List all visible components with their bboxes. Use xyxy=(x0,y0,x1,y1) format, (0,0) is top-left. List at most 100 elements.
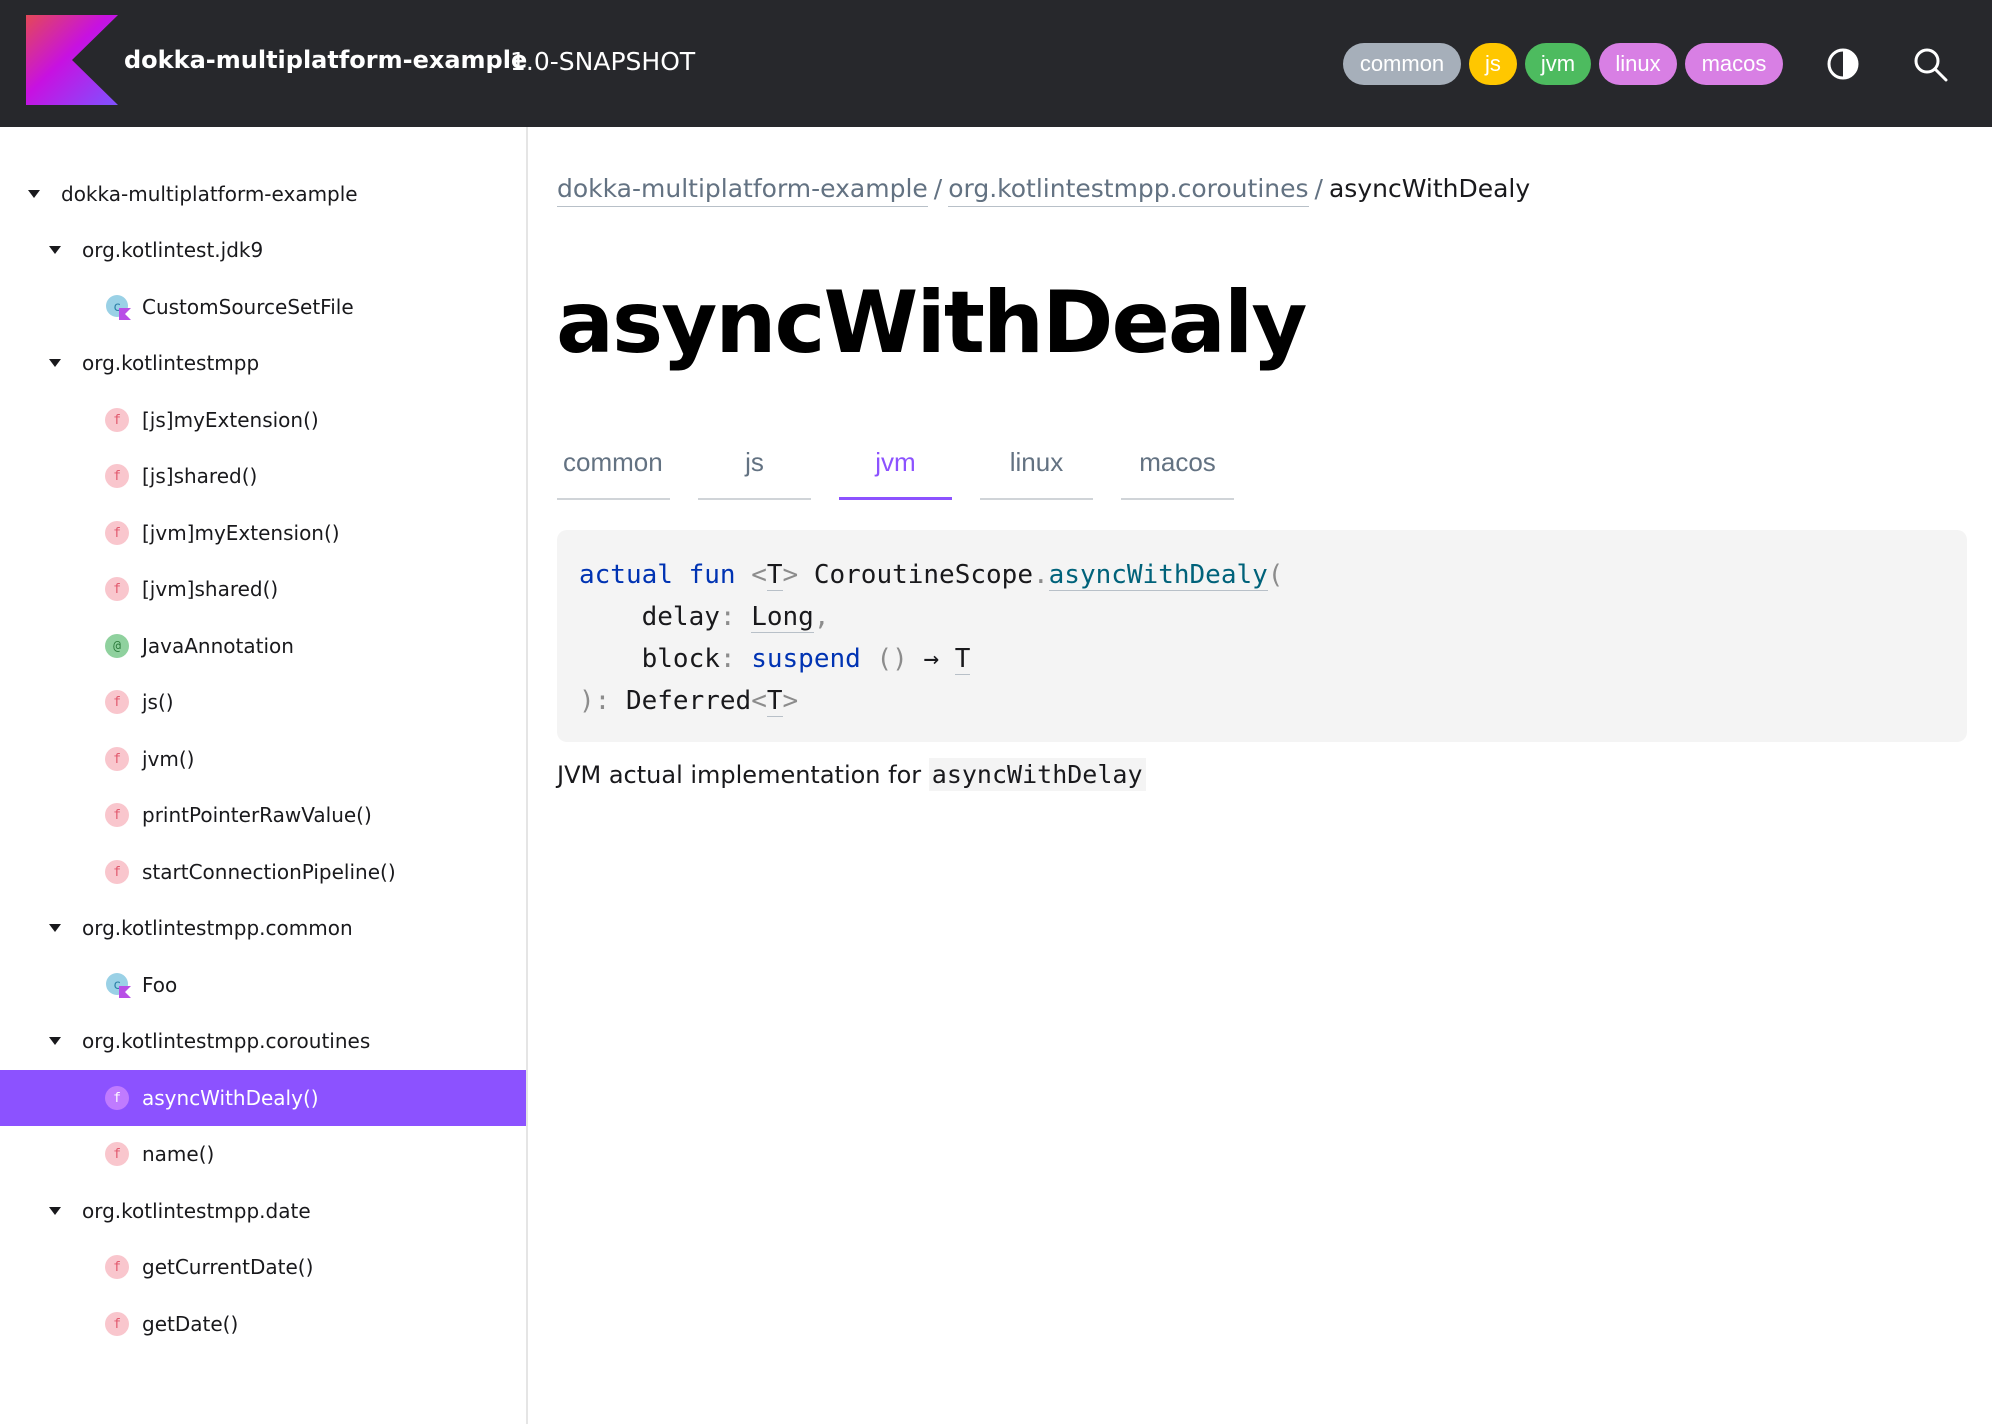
sidebar-item-label: dokka-multiplatform-example xyxy=(61,182,358,206)
colon-punctuation: : xyxy=(594,686,611,716)
sidebar-item-function[interactable]: f getDate() xyxy=(0,1296,526,1352)
breadcrumb-separator: / xyxy=(933,174,943,203)
return-type-deferred[interactable]: Deferred xyxy=(626,686,751,716)
sidebar-item-package[interactable]: org.kotlintestmpp.common xyxy=(0,900,526,956)
sidebar-item-function[interactable]: f [js]shared() xyxy=(0,448,526,504)
tab-linux[interactable]: linux xyxy=(980,440,1093,500)
sidebar-item-label: printPointerRawValue() xyxy=(142,803,372,827)
project-version: 1.0-SNAPSHOT xyxy=(510,47,696,76)
type-parameter[interactable]: T xyxy=(766,560,783,591)
sidebar-item-function[interactable]: f name() xyxy=(0,1126,526,1182)
colon-punctuation: : xyxy=(719,602,736,632)
function-icon: f xyxy=(105,803,129,827)
sidebar-item-file[interactable]: c CustomSourceSetFile xyxy=(0,279,526,335)
search-icon[interactable] xyxy=(1912,46,1948,82)
sidebar-item-label: org.kotlintestmpp.common xyxy=(82,916,353,940)
description-inline-code: asyncWithDelay xyxy=(928,758,1146,791)
signature-code-block: actual fun <T> CoroutineScope.asyncWithD… xyxy=(557,530,1967,742)
lambda-return-type[interactable]: T xyxy=(954,644,971,675)
keyword-actual: actual xyxy=(579,560,673,590)
kotlin-logo-icon[interactable] xyxy=(26,15,118,105)
function-icon: f xyxy=(105,1255,129,1279)
open-paren: ( xyxy=(1267,560,1284,590)
keyword-fun: fun xyxy=(688,560,736,590)
sidebar-item-function[interactable]: f getCurrentDate() xyxy=(0,1239,526,1295)
sidebar-item-label: name() xyxy=(142,1142,215,1166)
filter-chip-js[interactable]: js xyxy=(1469,43,1517,85)
breadcrumb-link-package[interactable]: org.kotlintestmpp.coroutines xyxy=(948,174,1309,207)
sidebar-item-label: [js]shared() xyxy=(142,464,258,488)
sidebar-item-function[interactable]: f printPointerRawValue() xyxy=(0,787,526,843)
sidebar-item-label: js() xyxy=(142,690,174,714)
param-name-delay: delay xyxy=(641,602,720,632)
sidebar-item-label: [jvm]myExtension() xyxy=(142,521,340,545)
sidebar-item-annotation[interactable]: @ JavaAnnotation xyxy=(0,618,526,674)
annotation-icon: @ xyxy=(105,634,129,658)
kotlin-file-icon: c xyxy=(106,973,131,998)
top-navigation-bar: dokka-multiplatform-example 1.0-SNAPSHOT… xyxy=(0,0,1992,127)
sidebar-item-package[interactable]: org.kotlintestmpp.date xyxy=(0,1183,526,1239)
sidebar-item-selected[interactable]: f asyncWithDealy() xyxy=(0,1070,526,1126)
function-icon: f xyxy=(105,577,129,601)
sidebar-item-label: [jvm]shared() xyxy=(142,577,279,601)
sidebar-item-file[interactable]: c Foo xyxy=(0,957,526,1013)
sidebar-item-module[interactable]: dokka-multiplatform-example xyxy=(0,166,526,222)
sidebar-item-label: startConnectionPipeline() xyxy=(142,860,396,884)
return-type-parameter[interactable]: T xyxy=(766,686,783,717)
sidebar-item-package[interactable]: org.kotlintestmpp.coroutines xyxy=(0,1013,526,1069)
function-icon: f xyxy=(105,1086,129,1110)
sidebar-item-label: org.kotlintest.jdk9 xyxy=(82,238,264,262)
sidebar-item-label: org.kotlintestmpp xyxy=(82,351,260,375)
param-type-long[interactable]: Long xyxy=(751,602,814,633)
breadcrumb: dokka-multiplatform-example / org.kotlin… xyxy=(557,174,1530,207)
sidebar-item-function[interactable]: f [jvm]shared() xyxy=(0,561,526,617)
sidebar-item-label: CustomSourceSetFile xyxy=(142,295,354,319)
contrast-icon[interactable] xyxy=(1826,47,1860,81)
chevron-down-icon[interactable] xyxy=(49,924,61,932)
receiver-type[interactable]: CoroutineScope xyxy=(814,560,1033,590)
colon-punctuation: : xyxy=(719,644,736,674)
tab-macos[interactable]: macos xyxy=(1121,440,1234,500)
function-description: JVM actual implementation for asyncWithD… xyxy=(557,758,1146,791)
tab-common[interactable]: common xyxy=(557,440,670,500)
chevron-down-icon[interactable] xyxy=(49,359,61,367)
parameter-line: delay: Long, xyxy=(579,596,1945,638)
filter-chip-jvm[interactable]: jvm xyxy=(1525,43,1591,85)
sidebar-item-package[interactable]: org.kotlintestmpp xyxy=(0,335,526,391)
return-line: ): Deferred<T> xyxy=(579,686,799,717)
sidebar-item-package[interactable]: org.kotlintest.jdk9 xyxy=(0,222,526,278)
filter-chip-common[interactable]: common xyxy=(1343,43,1461,85)
function-icon: f xyxy=(105,747,129,771)
signature-line: actual fun <T> CoroutineScope.asyncWithD… xyxy=(579,560,1284,591)
project-name[interactable]: dokka-multiplatform-example xyxy=(124,46,527,74)
chevron-down-icon[interactable] xyxy=(28,190,40,198)
breadcrumb-separator: / xyxy=(1314,174,1323,203)
sidebar-item-label: JavaAnnotation xyxy=(142,634,294,658)
sidebar-item-function[interactable]: f jvm() xyxy=(0,731,526,787)
sidebar-item-function[interactable]: f js() xyxy=(0,674,526,730)
param-name-block: block xyxy=(641,644,720,674)
tab-jvm[interactable]: jvm xyxy=(839,440,952,500)
keyword-suspend: suspend xyxy=(751,644,861,674)
function-name-link[interactable]: asyncWithDealy xyxy=(1048,560,1268,591)
breadcrumb-link-module[interactable]: dokka-multiplatform-example xyxy=(557,174,928,207)
filter-chip-macos[interactable]: macos xyxy=(1685,43,1783,85)
tab-js[interactable]: js xyxy=(698,440,811,500)
chevron-down-icon[interactable] xyxy=(49,246,61,254)
sidebar-item-label: org.kotlintestmpp.date xyxy=(82,1199,311,1223)
chevron-down-icon[interactable] xyxy=(49,1207,61,1215)
sidebar-item-label: getCurrentDate() xyxy=(142,1255,314,1279)
filter-chip-linux[interactable]: linux xyxy=(1599,43,1677,85)
sidebar-item-label: jvm() xyxy=(142,747,195,771)
comma-punctuation: , xyxy=(813,602,830,632)
sidebar-item-function[interactable]: f [jvm]myExtension() xyxy=(0,505,526,561)
function-icon: f xyxy=(105,690,129,714)
breadcrumb-current: asyncWithDealy xyxy=(1328,174,1531,203)
sidebar-item-function[interactable]: f startConnectionPipeline() xyxy=(0,844,526,900)
parameter-line: block: suspend () → T xyxy=(579,638,1945,680)
sidebar-item-label: Foo xyxy=(142,973,178,997)
function-icon: f xyxy=(105,408,129,432)
chevron-down-icon[interactable] xyxy=(49,1037,61,1045)
sidebar-item-function[interactable]: f [js]myExtension() xyxy=(0,392,526,448)
kotlin-file-icon: c xyxy=(106,295,131,320)
